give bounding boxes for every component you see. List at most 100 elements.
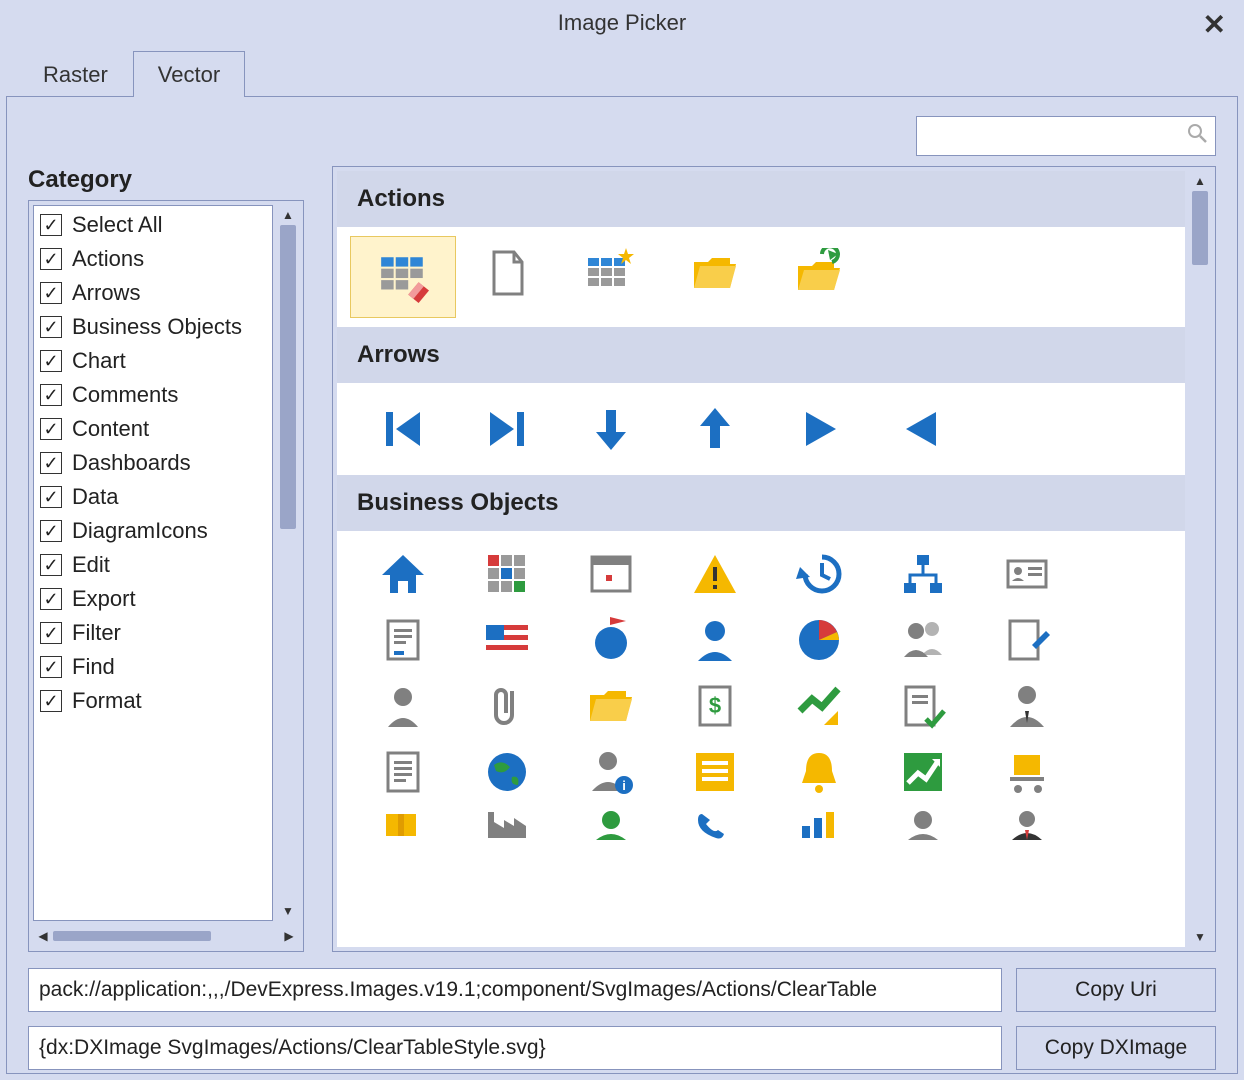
check-icon: ✓ <box>40 282 62 304</box>
group-header-actions: Actions <box>337 171 1185 227</box>
category-format[interactable]: ✓Format <box>34 684 272 718</box>
scroll-thumb[interactable] <box>53 931 211 941</box>
category-select-all[interactable]: ✓Select All <box>34 208 272 242</box>
image-contact-icon[interactable] <box>351 673 455 739</box>
image-folder-icon[interactable] <box>559 673 663 739</box>
category-actions[interactable]: ✓Actions <box>34 242 272 276</box>
image-suit-user-icon[interactable] <box>975 805 1079 845</box>
image-arrow-play[interactable] <box>767 393 871 465</box>
image-new-document[interactable] <box>455 237 559 309</box>
tab-raster[interactable]: Raster <box>18 51 133 96</box>
check-icon: ✓ <box>40 656 62 678</box>
image-user-info-icon[interactable]: i <box>559 739 663 805</box>
dximage-textbox[interactable]: {dx:DXImage SvgImages/Actions/ClearTable… <box>28 1026 1002 1070</box>
image-arrow-first[interactable] <box>351 393 455 465</box>
tab-vector[interactable]: Vector <box>133 51 245 96</box>
image-chart-check-icon[interactable] <box>767 673 871 739</box>
search-box[interactable] <box>916 116 1216 156</box>
image-bar-chart-icon[interactable] <box>767 805 871 845</box>
image-arrow-prev[interactable] <box>871 393 975 465</box>
image-new-table-style[interactable] <box>559 237 663 309</box>
category-comments[interactable]: ✓Comments <box>34 378 272 412</box>
image-bell-icon[interactable] <box>767 739 871 805</box>
image-user-green-icon[interactable] <box>559 805 663 845</box>
image-user-gray-icon[interactable] <box>871 805 975 845</box>
tab-strip: Raster Vector <box>0 46 1244 96</box>
close-icon[interactable]: ✕ <box>1203 8 1226 41</box>
check-icon: ✓ <box>40 214 62 236</box>
image-factory-icon[interactable] <box>455 805 559 845</box>
image-clear-table-style[interactable] <box>351 237 455 317</box>
image-doc-check-icon[interactable] <box>871 673 975 739</box>
image-flag-globe-icon[interactable] <box>559 607 663 673</box>
scroll-down-icon[interactable]: ▼ <box>277 901 299 921</box>
image-id-card-icon[interactable] <box>975 541 1079 607</box>
scroll-up-icon[interactable]: ▲ <box>1189 171 1211 191</box>
check-icon: ✓ <box>40 554 62 576</box>
image-trend-icon[interactable] <box>871 739 975 805</box>
category-heading: Category <box>28 166 304 194</box>
category-list: ✓Select All ✓Actions ✓Arrows ✓Business O… <box>33 205 273 921</box>
category-vscrollbar[interactable]: ▲ ▼ <box>277 205 299 921</box>
image-pie-chart-icon[interactable] <box>767 607 871 673</box>
image-cart-icon[interactable] <box>975 739 1079 805</box>
search-icon[interactable] <box>1187 123 1207 149</box>
category-business-objects[interactable]: ✓Business Objects <box>34 310 272 344</box>
image-calendar-icon[interactable] <box>559 541 663 607</box>
check-icon: ✓ <box>40 520 62 542</box>
image-user-icon[interactable] <box>663 607 767 673</box>
image-home-icon[interactable] <box>351 541 455 607</box>
image-warning-icon[interactable] <box>663 541 767 607</box>
category-find[interactable]: ✓Find <box>34 650 272 684</box>
gallery-vscrollbar[interactable]: ▲ ▼ <box>1189 171 1211 947</box>
category-edit[interactable]: ✓Edit <box>34 548 272 582</box>
category-content[interactable]: ✓Content <box>34 412 272 446</box>
category-diagram-icons[interactable]: ✓DiagramIcons <box>34 514 272 548</box>
image-package-icon[interactable] <box>351 805 455 845</box>
image-color-grid-icon[interactable] <box>455 541 559 607</box>
category-data[interactable]: ✓Data <box>34 480 272 514</box>
image-currency-icon[interactable]: $ <box>663 673 767 739</box>
image-usa-flag-icon[interactable] <box>455 607 559 673</box>
svg-text:$: $ <box>709 693 721 718</box>
group-header-business: Business Objects <box>337 475 1185 531</box>
check-icon: ✓ <box>40 418 62 440</box>
category-hscrollbar[interactable]: ◀ ▶ <box>33 925 299 947</box>
scroll-thumb[interactable] <box>280 225 296 529</box>
image-globe-icon[interactable] <box>455 739 559 805</box>
image-history-icon[interactable] <box>767 541 871 607</box>
category-dashboards[interactable]: ✓Dashboards <box>34 446 272 480</box>
scroll-down-icon[interactable]: ▼ <box>1189 927 1211 947</box>
image-arrow-last[interactable] <box>455 393 559 465</box>
copy-dximage-button[interactable]: Copy DXImage <box>1016 1026 1216 1070</box>
image-refresh-folder[interactable] <box>767 237 871 309</box>
image-document-icon[interactable] <box>351 739 455 805</box>
image-org-chart-icon[interactable] <box>871 541 975 607</box>
uri-textbox[interactable]: pack://application:,,,/DevExpress.Images… <box>28 968 1002 1012</box>
category-filter[interactable]: ✓Filter <box>34 616 272 650</box>
image-users-icon[interactable] <box>871 607 975 673</box>
scroll-thumb[interactable] <box>1192 191 1208 265</box>
image-edit-note-icon[interactable] <box>975 607 1079 673</box>
image-list-icon[interactable] <box>663 739 767 805</box>
image-business-user-icon[interactable] <box>975 673 1079 739</box>
image-arrow-up[interactable] <box>663 393 767 465</box>
image-arrow-down[interactable] <box>559 393 663 465</box>
scroll-right-icon[interactable]: ▶ <box>279 929 299 943</box>
search-input[interactable] <box>925 125 1187 148</box>
image-phone-icon[interactable] <box>663 805 767 845</box>
check-icon: ✓ <box>40 452 62 474</box>
category-arrows[interactable]: ✓Arrows <box>34 276 272 310</box>
copy-uri-button[interactable]: Copy Uri <box>1016 968 1216 1012</box>
scroll-left-icon[interactable]: ◀ <box>33 929 53 943</box>
group-actions <box>337 227 1185 327</box>
check-icon: ✓ <box>40 316 62 338</box>
category-chart[interactable]: ✓Chart <box>34 344 272 378</box>
scroll-up-icon[interactable]: ▲ <box>277 205 299 225</box>
image-attachment-icon[interactable] <box>455 673 559 739</box>
image-notes-icon[interactable] <box>351 607 455 673</box>
category-export[interactable]: ✓Export <box>34 582 272 616</box>
group-header-arrows: Arrows <box>337 327 1185 383</box>
title-bar: Image Picker ✕ <box>0 0 1244 46</box>
image-open-folder[interactable] <box>663 237 767 309</box>
